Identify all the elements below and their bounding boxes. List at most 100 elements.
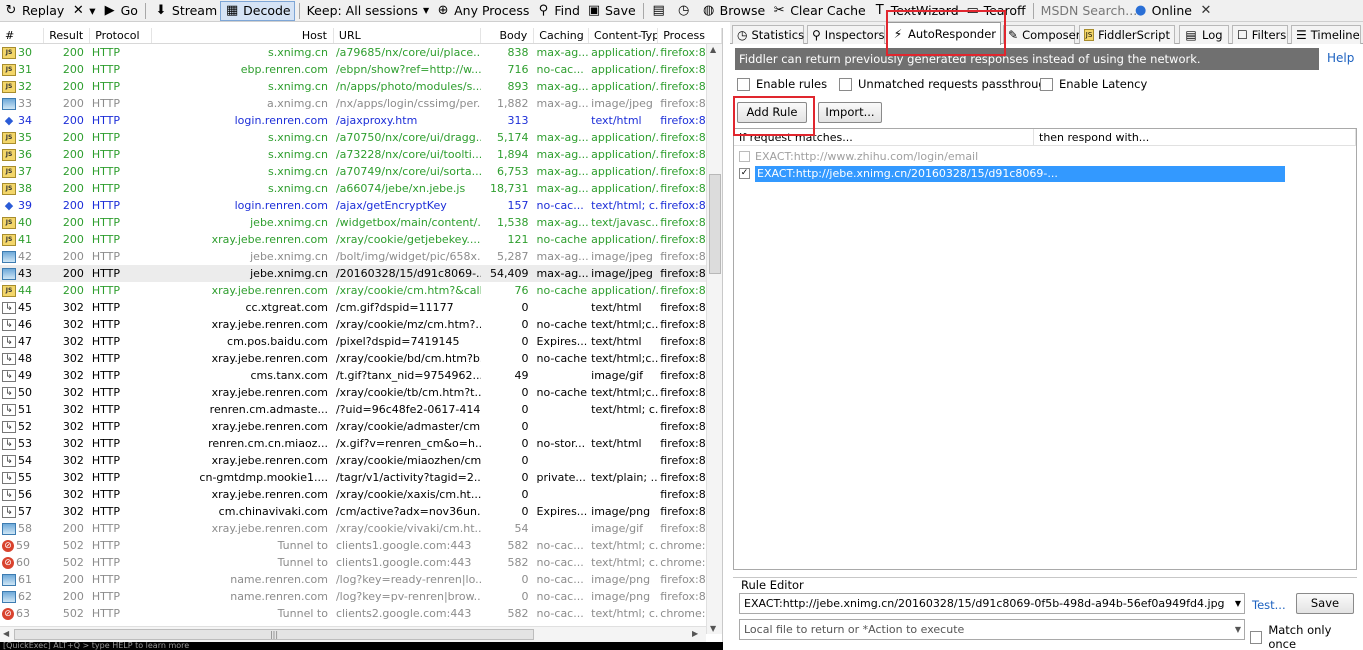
scroll-down-arrow-icon[interactable]: ▼ bbox=[710, 624, 716, 633]
scroll-right-arrow-icon[interactable]: ▶ bbox=[692, 629, 698, 638]
chevron-down-icon[interactable]: ▼ bbox=[1235, 594, 1241, 613]
session-row[interactable]: ⊘ 63 502 HTTP Tunnel to clients2.google.com:4… bbox=[0, 605, 722, 622]
help-link[interactable]: Help bbox=[1327, 51, 1354, 65]
session-row[interactable]: ⊘ 60 502 HTTP Tunnel to clients1.google.com:4… bbox=[0, 554, 722, 571]
column-header-content-type[interactable]: Content-Type bbox=[589, 28, 659, 43]
session-row[interactable]: ↳ 47 302 HTTP cm.pos.baidu.com/pixel?dspid=7… bbox=[0, 333, 722, 350]
sessions-vertical-scrollbar[interactable]: ▲ ▼ bbox=[706, 44, 722, 634]
session-row[interactable]: 33 200 HTTP a.xnimg.cn/nx/apps/login/cssimg… bbox=[0, 95, 722, 112]
session-row[interactable]: ↳ 54 302 HTTP xray.jebe.renren.com/xray/cook… bbox=[0, 452, 722, 469]
session-row[interactable]: ↳ 48 302 HTTP xray.jebe.renren.com/xray/cook… bbox=[0, 350, 722, 367]
column-header-result[interactable]: Result bbox=[44, 28, 91, 43]
keep-sessions-dropdown[interactable]: Keep: All sessions ▼ bbox=[304, 1, 432, 21]
column-header-process[interactable]: Process bbox=[658, 28, 722, 43]
enable-rules-checkbox[interactable]: Enable rules bbox=[737, 77, 827, 91]
remove-button[interactable]: ✕ ▾ bbox=[67, 1, 98, 21]
session-row[interactable]: JS 44 200 HTTP xray.jebe.renren.com/xray/coo… bbox=[0, 282, 722, 299]
checkbox-box[interactable] bbox=[1040, 77, 1053, 91]
enable-latency-checkbox[interactable]: Enable Latency bbox=[1040, 77, 1147, 91]
browse-button[interactable]: ◍ Browse bbox=[698, 1, 769, 21]
quickexec-bar[interactable]: [QuickExec] ALT+Q > type HELP to learn m… bbox=[0, 642, 723, 650]
test-link[interactable]: Test... bbox=[1252, 598, 1286, 612]
tab-log[interactable]: ▤ Log bbox=[1179, 25, 1229, 44]
session-row[interactable]: ↳ 55 302 HTTP cn-gmtdmp.mookie1.... /tagr/v1/… bbox=[0, 469, 722, 486]
rule-checkbox[interactable]: ✓ bbox=[739, 168, 750, 179]
column-header-body[interactable]: Body bbox=[481, 28, 535, 43]
session-row[interactable]: 62 200 HTTP name.renren.com/log?key=pv-renr… bbox=[0, 588, 722, 605]
session-row[interactable]: ◆ 39 200 HTTP login.renren.com/ajax/getEncry… bbox=[0, 197, 722, 214]
any-process-button[interactable]: ⊕ Any Process bbox=[432, 1, 532, 21]
session-row[interactable]: JS 35 200 HTTP s.xnimg.cn/a70750/nx/core/ui/… bbox=[0, 129, 722, 146]
match-only-once-checkbox[interactable]: Match only once bbox=[1250, 623, 1357, 650]
find-button[interactable]: ⚲ Find bbox=[532, 1, 583, 21]
rule-match-input[interactable]: EXACT:http://jebe.xnimg.cn/20160328/15/d… bbox=[739, 593, 1245, 614]
tab-statistics[interactable]: ◷ Statistics bbox=[732, 25, 804, 44]
checkbox-box[interactable] bbox=[737, 77, 750, 91]
textwizard-button[interactable]: T TextWizard bbox=[869, 1, 962, 21]
session-row[interactable]: JS 32 200 HTTP s.xnimg.cn/n/apps/photo/modul… bbox=[0, 78, 722, 95]
session-row[interactable]: ↳ 56 302 HTTP xray.jebe.renren.com/xray/cook… bbox=[0, 486, 722, 503]
session-row[interactable]: ↳ 57 302 HTTP cm.chinavivaki.com/cm/active?a… bbox=[0, 503, 722, 520]
column-header-caching[interactable]: Caching bbox=[534, 28, 590, 43]
horizontal-scroll-thumb[interactable]: ||| bbox=[14, 629, 534, 640]
session-row[interactable]: 42 200 HTTP jebe.xnimg.cn/bolt/img/widget/p… bbox=[0, 248, 722, 265]
rule-row[interactable]: ✓ EXACT:http://jebe.xnimg.cn/20160328/15/… bbox=[739, 165, 1285, 182]
checkbox-box[interactable] bbox=[839, 77, 852, 91]
session-row[interactable]: ↳ 49 302 HTTP cms.tanx.com/t.gif?tanx_nid=97… bbox=[0, 367, 722, 384]
save-button[interactable]: ▣ Save bbox=[583, 1, 639, 21]
column-header-host[interactable]: Host bbox=[152, 28, 334, 43]
session-row[interactable]: JS 36 200 HTTP s.xnimg.cn/a73228/nx/core/ui/… bbox=[0, 146, 722, 163]
go-button[interactable]: ▶ Go bbox=[99, 1, 141, 21]
replay-button[interactable]: ↻ Replay bbox=[0, 1, 67, 21]
session-row[interactable]: JS 30 200 HTTP s.xnimg.cn/a79685/nx/core/ui/… bbox=[0, 44, 722, 61]
close-window-button[interactable]: ✕ bbox=[1195, 1, 1220, 21]
action-input[interactable]: Local file to return or *Action to execu… bbox=[739, 619, 1245, 640]
session-row[interactable]: 58 200 HTTP xray.jebe.renren.com/xray/cooki… bbox=[0, 520, 722, 537]
session-row[interactable]: JS 31 200 HTTP ebp.renren.com/ebpn/show?ref=… bbox=[0, 61, 722, 78]
online-indicator[interactable]: ● Online bbox=[1130, 1, 1195, 21]
rule-checkbox[interactable] bbox=[739, 151, 750, 162]
checkbox-box[interactable] bbox=[1250, 630, 1263, 644]
session-row[interactable]: JS 37 200 HTTP s.xnimg.cn/a70749/nx/core/ui/… bbox=[0, 163, 722, 180]
session-row[interactable]: 43 200 HTTP jebe.xnimg.cn/20160328/15/d91c8… bbox=[0, 265, 722, 282]
stream-button[interactable]: ⬇ Stream bbox=[150, 1, 220, 21]
scroll-up-arrow-icon[interactable]: ▲ bbox=[710, 45, 716, 54]
session-row[interactable]: ↳ 45 302 HTTP cc.xtgreat.com/cm.gif?dspid=11… bbox=[0, 299, 722, 316]
session-row[interactable]: 61 200 HTTP name.renren.com/log?key=ready-r… bbox=[0, 571, 722, 588]
import-button[interactable]: Import... bbox=[818, 102, 882, 123]
column-header-url[interactable]: URL bbox=[334, 28, 481, 43]
scroll-left-arrow-icon[interactable]: ◀ bbox=[3, 629, 9, 638]
session-row[interactable]: ⊘ 59 502 HTTP Tunnel to clients1.google.com:4… bbox=[0, 537, 722, 554]
tab-composer[interactable]: ✎ Composer bbox=[1003, 25, 1080, 44]
session-row[interactable]: JS 40 200 HTTP jebe.xnimg.cn/widgetbox/main/… bbox=[0, 214, 722, 231]
session-row[interactable]: JS 41 200 HTTP xray.jebe.renren.com/xray/coo… bbox=[0, 231, 722, 248]
session-row[interactable]: ↳ 50 302 HTTP xray.jebe.renren.com/xray/cook… bbox=[0, 384, 722, 401]
column-header-protocol[interactable]: Protocol bbox=[90, 28, 153, 43]
tab-autoresponder[interactable]: ⚡ AutoResponder bbox=[887, 22, 1001, 45]
rule-row[interactable]: EXACT:http://www.zhihu.com/login/email bbox=[739, 148, 978, 165]
screenshot-button[interactable]: ▤ bbox=[648, 1, 673, 21]
session-row[interactable]: ↳ 53 302 HTTP renren.cm.cn.miaoz... /x.gif?v=… bbox=[0, 435, 722, 452]
decode-button[interactable]: ▦ Decode bbox=[220, 0, 295, 21]
session-row[interactable]: ◆ 34 200 HTTP login.renren.com/ajaxproxy.htm… bbox=[0, 112, 722, 129]
tab-inspectors[interactable]: ⚲ Inspectors bbox=[807, 25, 885, 44]
chevron-down-icon[interactable]: ▼ bbox=[1235, 620, 1241, 639]
sessions-horizontal-scrollbar[interactable]: ◀ ||| ▶ bbox=[0, 626, 706, 642]
tab-timeline[interactable]: ☰ Timeline bbox=[1291, 25, 1361, 44]
timer-button[interactable]: ◷ bbox=[673, 1, 698, 21]
tab-fiddlerscript[interactable]: JS FiddlerScript bbox=[1079, 25, 1175, 44]
unmatched-passthrough-checkbox[interactable]: Unmatched requests passthrough bbox=[839, 77, 1053, 91]
clear-cache-button[interactable]: ✂ Clear Cache bbox=[768, 1, 869, 21]
rules-list[interactable]: If request matches... then respond with.… bbox=[733, 128, 1357, 570]
session-row[interactable]: JS 38 200 HTTP s.xnimg.cn/a66074/jebe/xn.jeb… bbox=[0, 180, 722, 197]
column-header-#[interactable]: # bbox=[0, 28, 44, 43]
add-rule-button[interactable]: Add Rule bbox=[737, 102, 807, 123]
tearoff-button[interactable]: ▭ Tearoff bbox=[962, 1, 1029, 21]
tab-filters[interactable]: ☐ Filters bbox=[1232, 25, 1288, 44]
vertical-scroll-thumb[interactable] bbox=[709, 174, 721, 274]
session-row[interactable]: ↳ 46 302 HTTP xray.jebe.renren.com/xray/cook… bbox=[0, 316, 722, 333]
sessions-list[interactable]: # Result Protocol Host URL Body Caching Content… bbox=[0, 28, 723, 642]
session-row[interactable]: ↳ 52 302 HTTP xray.jebe.renren.com/xray/cook… bbox=[0, 418, 722, 435]
msdn-search-input[interactable]: MSDN Search... bbox=[1038, 1, 1138, 21]
save-rule-button[interactable]: Save bbox=[1296, 593, 1354, 614]
